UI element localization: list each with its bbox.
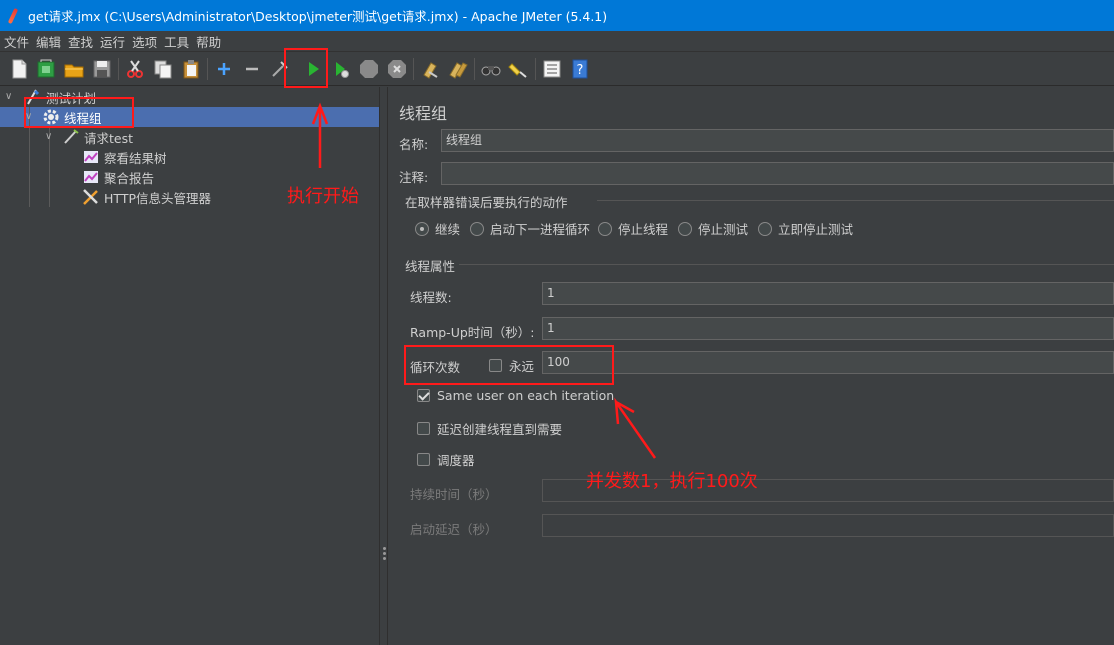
thread-props-group-title: 线程属性 [405, 259, 456, 274]
radio-label: 启动下一进程循环 [490, 222, 591, 237]
search-icon[interactable] [480, 58, 502, 80]
toolbar-separator [474, 58, 475, 80]
tree-item-header-manager[interactable]: HTTP信息头管理器 [82, 187, 211, 207]
checkbox-checked-icon [417, 389, 430, 402]
threads-field[interactable]: 1 [542, 282, 1114, 305]
tree-item-label: 察看结果树 [104, 150, 167, 166]
start-no-pause-icon[interactable] [330, 58, 352, 80]
radio-icon [470, 221, 484, 236]
toolbar-separator [207, 58, 208, 80]
error-action-group-title: 在取样器错误后要执行的动作 [405, 195, 568, 210]
tree-item-label: HTTP信息头管理器 [104, 190, 211, 206]
tree-item-http-request[interactable]: 请求test [62, 127, 133, 147]
radio-stop-test-now[interactable]: 立即停止测试 [758, 219, 853, 238]
toolbar: ? [0, 52, 1114, 86]
menu-file[interactable]: 文件 [4, 32, 29, 51]
menu-help[interactable]: 帮助 [196, 32, 221, 51]
thread-group-highlight [24, 97, 134, 128]
name-field[interactable]: 线程组 [441, 129, 1114, 152]
tree-item-view-results-tree[interactable]: 察看结果树 [82, 147, 167, 167]
menu-run[interactable]: 运行 [100, 32, 125, 51]
comment-field[interactable] [441, 162, 1114, 185]
radio-start-next-loop[interactable]: 启动下一进程循环 [470, 219, 590, 238]
svg-text:?: ? [577, 63, 584, 78]
cut-icon[interactable] [124, 58, 146, 80]
collapse-icon[interactable] [241, 58, 263, 80]
menu-options[interactable]: 选项 [132, 32, 157, 51]
start-button-highlight [284, 48, 328, 88]
menu-tools[interactable]: 工具 [164, 32, 189, 51]
toolbar-separator [118, 58, 119, 80]
copy-icon[interactable] [152, 58, 174, 80]
delay-thread-creation-checkbox[interactable]: 延迟创建线程直到需要 [417, 419, 562, 438]
reset-search-icon[interactable] [508, 58, 530, 80]
radio-icon [758, 221, 772, 236]
title-bar: get请求.jmx (C:\Users\Administrator\Deskto… [0, 0, 1114, 31]
menu-edit[interactable]: 编辑 [36, 32, 61, 51]
group-divider [597, 200, 1114, 201]
config-tool-icon [82, 188, 100, 206]
test-plan-tree: ∨ 测试计划 ∨ 线程组 ∨ 请求test 察看结果树 聚合报告 HTTP信息头… [0, 87, 379, 645]
radio-label: 停止测试 [698, 222, 749, 237]
clear-icon[interactable] [419, 58, 441, 80]
tree-item-label: 请求test [84, 130, 134, 146]
annotation-concurrency-text: 并发数1，执行100次 [586, 471, 758, 492]
shutdown-icon[interactable] [386, 58, 408, 80]
checkbox-label: Same user on each iteration [437, 388, 615, 403]
startup-delay-label: 启动延迟（秒） [410, 522, 498, 537]
open-icon[interactable] [63, 58, 85, 80]
help-icon[interactable]: ? [569, 58, 591, 80]
radio-stop-test[interactable]: 停止测试 [678, 219, 748, 238]
panel-title: 线程组 [399, 104, 448, 123]
pane-splitter[interactable] [379, 87, 388, 645]
startup-delay-field[interactable] [542, 514, 1114, 537]
checkbox-icon [417, 422, 430, 435]
scheduler-checkbox[interactable]: 调度器 [417, 450, 475, 469]
radio-label: 立即停止测试 [778, 222, 854, 237]
chevron-down-icon[interactable]: ∨ [5, 92, 15, 102]
chevron-down-icon[interactable]: ∨ [45, 132, 55, 142]
splitter-grip-icon [383, 547, 386, 561]
toolbar-separator [535, 58, 536, 80]
listener-icon [82, 168, 100, 186]
radio-stop-thread[interactable]: 停止线程 [598, 219, 668, 238]
clear-all-icon[interactable] [447, 58, 469, 80]
checkbox-label: 调度器 [437, 453, 475, 468]
menu-bar: 文件 编辑 查找 运行 选项 工具 帮助 [0, 31, 1114, 52]
rampup-field[interactable]: 1 [542, 317, 1114, 340]
listener-icon [82, 148, 100, 166]
radio-label: 停止线程 [618, 222, 669, 237]
threads-label: 线程数: [410, 290, 452, 305]
group-divider [459, 264, 1114, 265]
radio-label: 继续 [435, 222, 461, 237]
toolbar-separator [413, 58, 414, 80]
comment-label: 注释: [399, 170, 429, 185]
checkbox-label: 延迟创建线程直到需要 [437, 422, 563, 437]
sampler-icon [62, 128, 80, 146]
loop-count-field[interactable]: 100 [542, 351, 1114, 374]
paste-icon[interactable] [180, 58, 202, 80]
loop-count-highlight [404, 345, 614, 385]
save-icon[interactable] [91, 58, 113, 80]
annotation-start-text: 执行开始 [287, 186, 359, 207]
expand-icon[interactable] [213, 58, 235, 80]
radio-selected-icon [415, 221, 429, 236]
checkbox-icon [417, 453, 430, 466]
rampup-label: Ramp-Up时间（秒）: [410, 325, 535, 340]
duration-label: 持续时间（秒） [410, 487, 498, 502]
same-user-checkbox[interactable]: Same user on each iteration [417, 388, 614, 403]
radio-icon [678, 221, 692, 236]
radio-icon [598, 221, 612, 236]
stop-icon[interactable] [358, 58, 380, 80]
new-icon[interactable] [8, 58, 30, 80]
jmeter-logo-icon [6, 7, 20, 25]
radio-continue[interactable]: 继续 [415, 219, 460, 238]
tree-item-aggregate-report[interactable]: 聚合报告 [82, 167, 154, 187]
menu-search[interactable]: 查找 [68, 32, 93, 51]
name-label: 名称: [399, 137, 429, 152]
templates-icon[interactable] [35, 58, 57, 80]
window-title: get请求.jmx (C:\Users\Administrator\Deskto… [28, 9, 608, 24]
tree-item-label: 聚合报告 [104, 170, 155, 186]
function-helper-icon[interactable] [541, 58, 563, 80]
